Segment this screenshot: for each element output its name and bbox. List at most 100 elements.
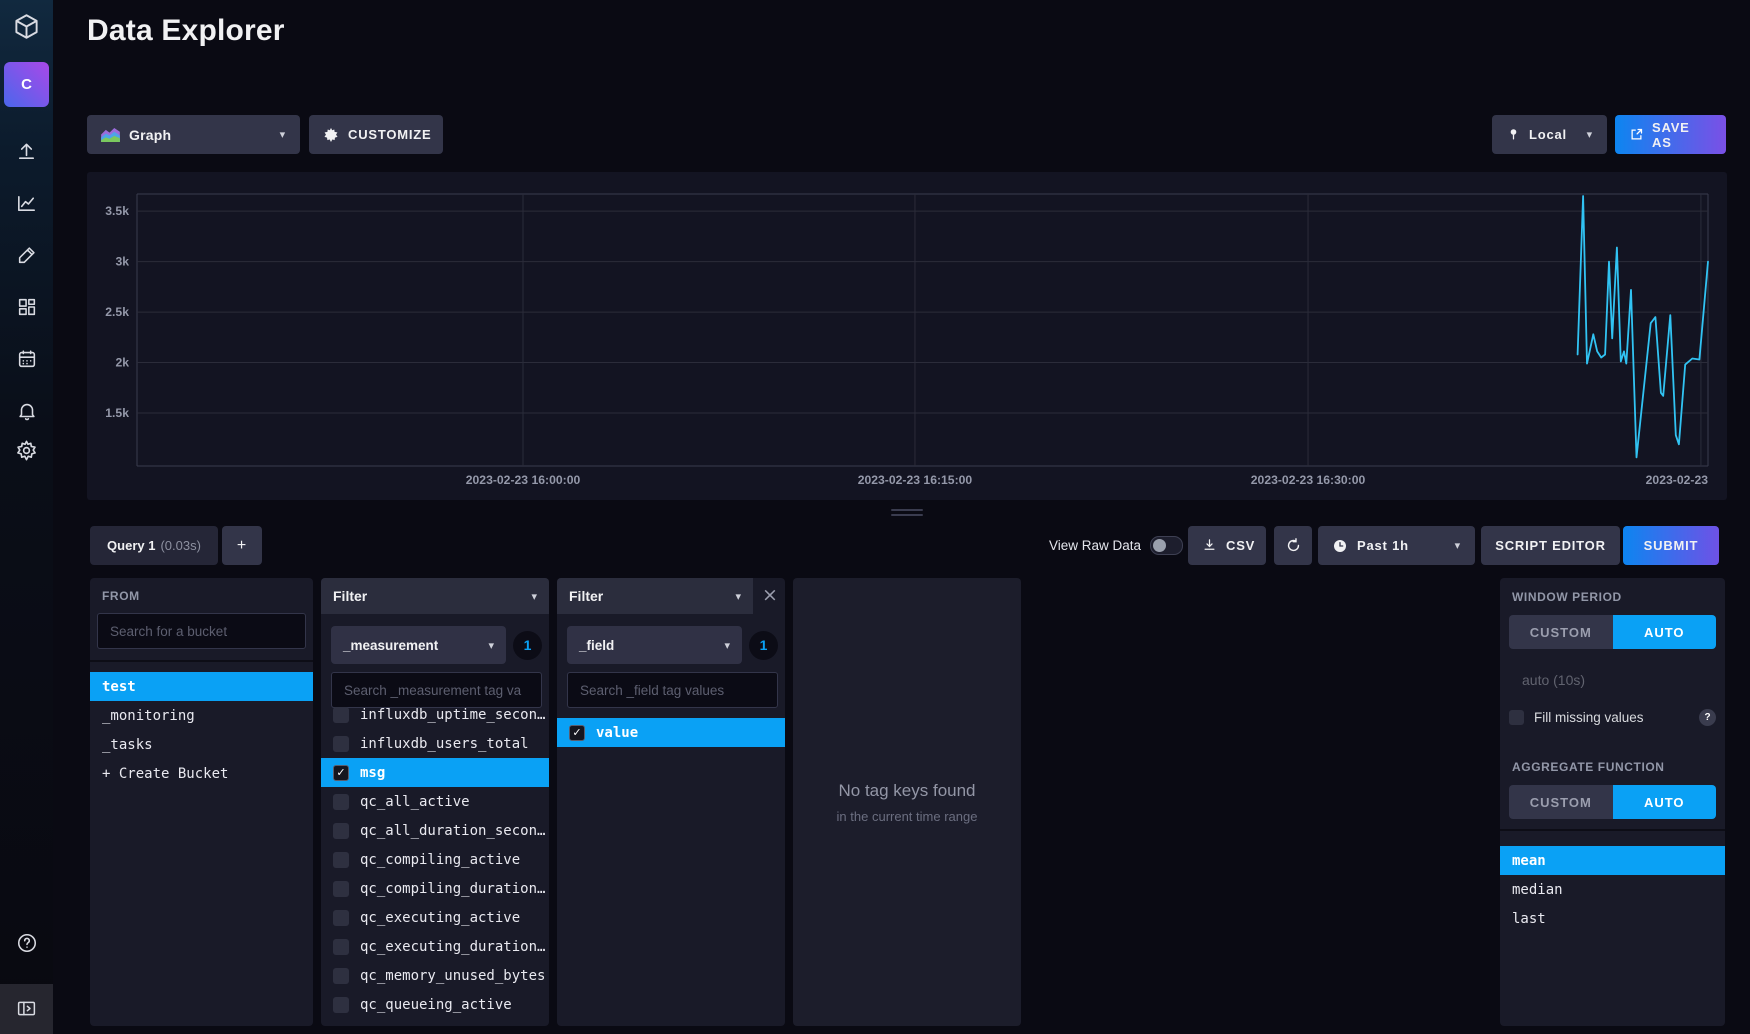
time-series-chart[interactable]: 3.5k3k2.5k2k1.5k2023-02-23 16:00:002023-…	[87, 172, 1727, 500]
script-editor-button[interactable]: SCRIPT EDITOR	[1481, 526, 1620, 565]
checkbox[interactable]	[333, 939, 349, 955]
filter-type-dropdown[interactable]: Filter ▾	[321, 578, 549, 614]
measurement-key-dropdown[interactable]: _measurement ▾	[331, 626, 506, 664]
list-item[interactable]: influxdb_users_total	[321, 729, 549, 758]
checkbox[interactable]	[333, 736, 349, 752]
checkbox[interactable]	[333, 794, 349, 810]
chevron-down-icon: ▾	[1587, 128, 1593, 141]
svg-text:2023-02-23 16:30:00: 2023-02-23 16:30:00	[1251, 473, 1366, 487]
field-filter-panel: Filter ▾ × _field ▾ 1 Search _field tag …	[557, 578, 785, 1026]
sidebar-item-notebooks[interactable]	[0, 242, 53, 268]
collapse-panel-icon	[16, 998, 37, 1019]
help-button[interactable]	[0, 930, 53, 956]
list-item[interactable]: qc_queueing_active	[321, 990, 549, 1019]
view-type-dropdown[interactable]: Graph ▾	[87, 115, 300, 154]
plus-icon: +	[237, 537, 247, 555]
list-item[interactable]: last	[1500, 904, 1725, 933]
list-item[interactable]: qc_compiling_duration…	[321, 874, 549, 903]
window-period-segmented: CUSTOM AUTO	[1509, 615, 1716, 649]
window-custom-button[interactable]: CUSTOM	[1509, 615, 1613, 649]
filter-header-label: Filter	[569, 588, 603, 604]
list-item[interactable]: qc_memory_unused_bytes	[321, 961, 549, 990]
list-item[interactable]: qc_all_duration_secon…	[321, 816, 549, 845]
pencil-icon	[16, 244, 38, 266]
close-filter-icon[interactable]: ×	[762, 586, 778, 605]
time-range-label: Past 1h	[1357, 538, 1409, 553]
export-icon	[1629, 127, 1644, 142]
checkbox[interactable]	[333, 852, 349, 868]
fill-help-badge[interactable]: ?	[1699, 709, 1716, 726]
from-title: FROM	[102, 589, 313, 603]
list-item-label: influxdb_uptime_secon…	[360, 707, 545, 723]
list-item[interactable]: qc_executing_duration…	[321, 932, 549, 961]
aggregate-auto-button[interactable]: AUTO	[1613, 785, 1717, 819]
empty-state-subtitle: in the current time range	[837, 809, 978, 824]
refresh-button[interactable]	[1274, 526, 1312, 565]
collapse-nav-button[interactable]	[0, 995, 53, 1021]
field-key-dropdown[interactable]: _field ▾	[567, 626, 742, 664]
svg-text:2023-02-23: 2023-02-23	[1646, 473, 1709, 487]
checkbox[interactable]	[333, 910, 349, 926]
aggregate-custom-button[interactable]: CUSTOM	[1509, 785, 1613, 819]
influxdb-logo[interactable]	[0, 8, 53, 44]
list-item-label: + Create Bucket	[102, 766, 228, 782]
download-icon	[1202, 538, 1217, 553]
list-item[interactable]: test	[90, 672, 313, 701]
window-auto-button[interactable]: AUTO	[1613, 615, 1717, 649]
sidebar-item-settings[interactable]	[0, 437, 53, 463]
list-item-label: qc_executing_duration…	[360, 939, 545, 955]
csv-download-button[interactable]: CSV	[1188, 526, 1266, 565]
list-item[interactable]: mean	[1500, 846, 1725, 875]
resize-handle[interactable]	[891, 514, 923, 516]
checkbox[interactable]	[333, 823, 349, 839]
checkbox[interactable]: ✓	[333, 765, 349, 781]
save-as-button[interactable]: SAVE AS	[1615, 115, 1726, 154]
list-item[interactable]: + Create Bucket	[90, 759, 313, 788]
field-search-input[interactable]: Search _field tag values	[567, 672, 778, 708]
checkbox[interactable]	[333, 881, 349, 897]
sidebar-item-dashboards[interactable]	[0, 294, 53, 320]
svg-text:2k: 2k	[115, 356, 129, 370]
aggregate-function-title: AGGREGATE FUNCTION	[1512, 760, 1725, 774]
measurement-search-input[interactable]: Search _measurement tag va	[331, 672, 542, 708]
list-item[interactable]: ✓msg	[321, 758, 549, 787]
list-item[interactable]: influxdb_uptime_secon…	[321, 707, 549, 729]
submit-label: SUBMIT	[1644, 538, 1699, 553]
sidebar-item-alerts[interactable]	[0, 398, 53, 424]
time-range-dropdown[interactable]: Past 1h ▾	[1318, 526, 1475, 565]
list-item[interactable]: qc_executing_active	[321, 903, 549, 932]
list-item-label: qc_compiling_duration…	[360, 881, 545, 897]
submit-button[interactable]: SUBMIT	[1623, 526, 1719, 565]
filter-type-dropdown[interactable]: Filter ▾	[557, 578, 753, 614]
fill-missing-label: Fill missing values	[1534, 710, 1644, 725]
view-raw-data-toggle[interactable]	[1150, 536, 1183, 555]
list-item[interactable]: _tasks	[90, 730, 313, 759]
sidebar-item-data-explorer[interactable]	[0, 190, 53, 216]
list-item[interactable]: qc_all_active	[321, 787, 549, 816]
checkbox[interactable]	[333, 707, 349, 723]
list-item[interactable]: qc_compiling_active	[321, 845, 549, 874]
list-item[interactable]: median	[1500, 875, 1725, 904]
checkbox[interactable]: ✓	[569, 725, 585, 741]
sidebar-item-upload[interactable]	[0, 138, 53, 164]
list-item[interactable]: _monitoring	[90, 701, 313, 730]
resize-handle[interactable]	[891, 509, 923, 511]
org-avatar[interactable]: C	[4, 62, 49, 107]
local-dropdown[interactable]: Local ▾	[1492, 115, 1607, 154]
sidebar-item-tasks[interactable]	[0, 346, 53, 372]
customize-button[interactable]: CUSTOMIZE	[309, 115, 443, 154]
query-tab[interactable]: Query 1 (0.03s)	[90, 526, 218, 565]
measurement-list: influxdb_uptime_secon… influxdb_users_tot…	[321, 707, 549, 1026]
field-key-label: _field	[579, 638, 614, 653]
list-item-label: last	[1512, 911, 1546, 927]
list-item[interactable]: ✓value	[557, 718, 785, 747]
fill-missing-checkbox[interactable]	[1509, 710, 1524, 725]
svg-text:3.5k: 3.5k	[105, 204, 129, 218]
add-query-button[interactable]: +	[222, 526, 262, 565]
bucket-search-input[interactable]: Search for a bucket	[97, 613, 306, 649]
checkbox[interactable]	[333, 968, 349, 984]
view-type-label: Graph	[129, 127, 171, 143]
chevron-down-icon: ▾	[531, 590, 537, 603]
checkbox[interactable]	[333, 997, 349, 1013]
pin-icon	[1506, 127, 1521, 142]
